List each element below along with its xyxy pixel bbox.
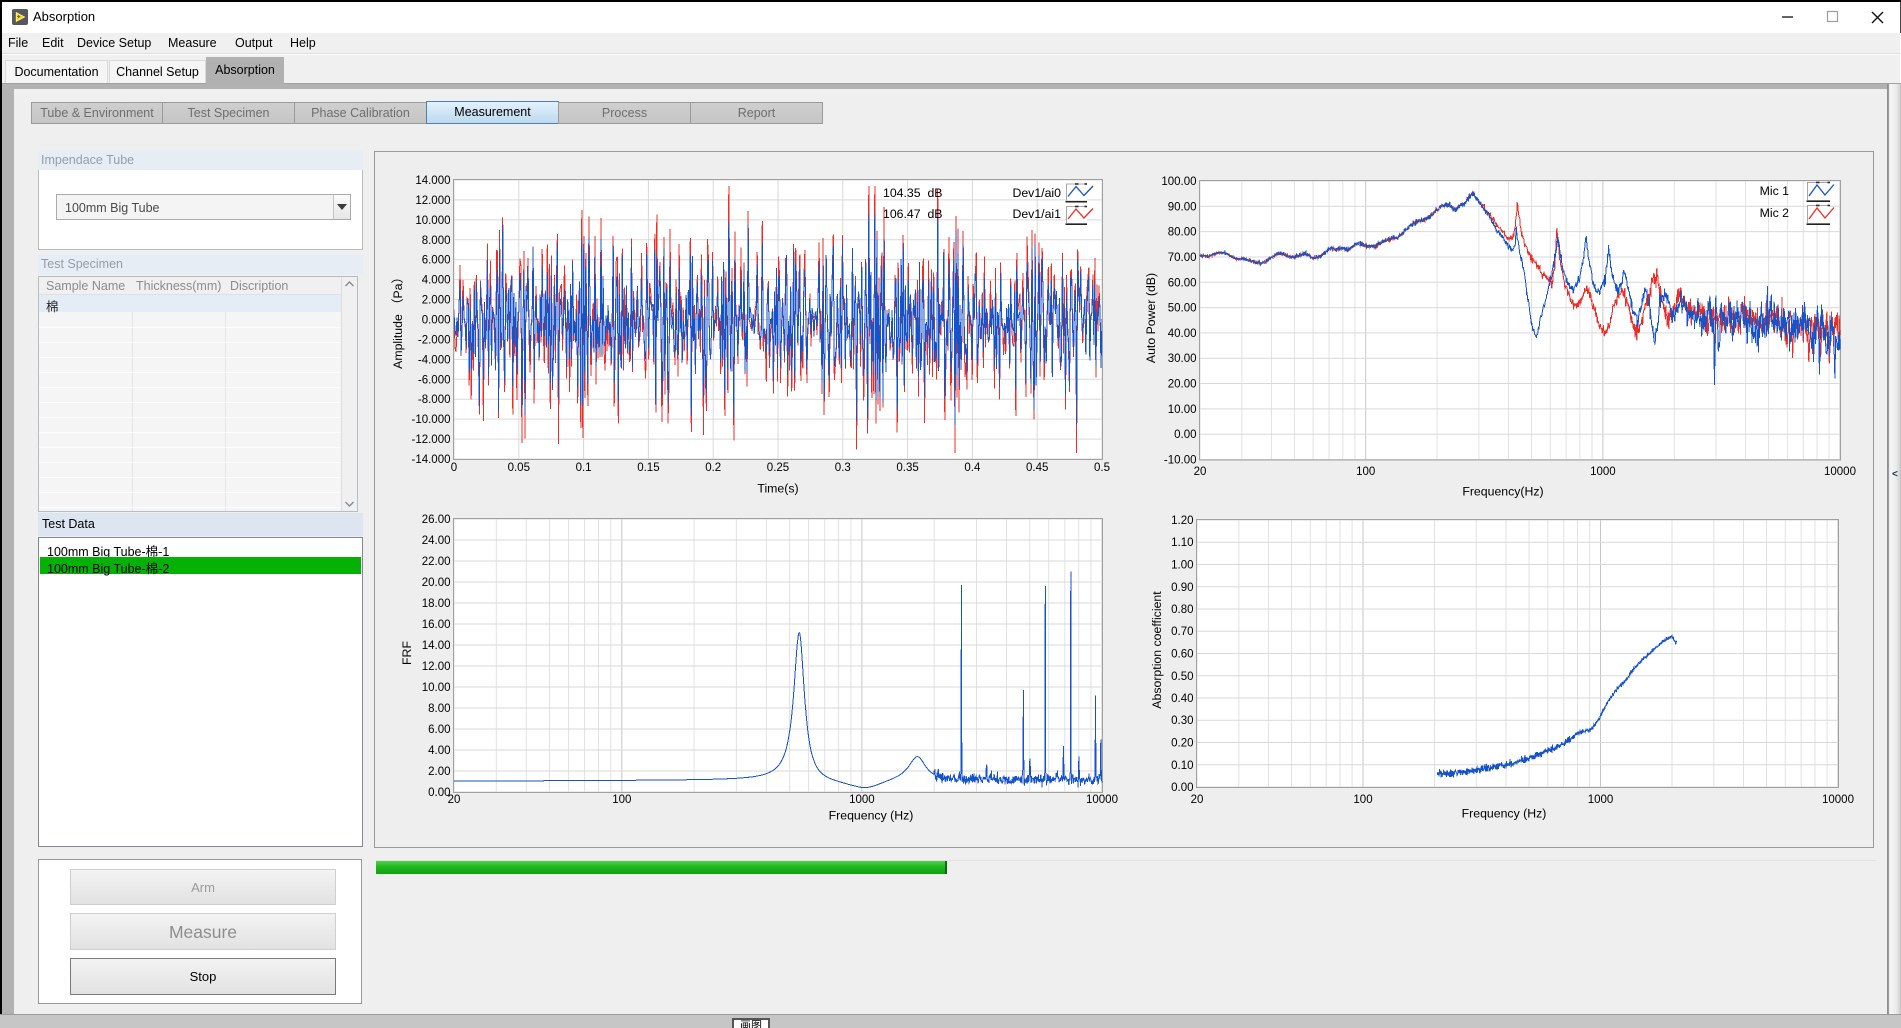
- svg-text:0.35: 0.35: [896, 462, 918, 474]
- svg-text:10000: 10000: [1822, 794, 1854, 806]
- svg-text:0.50: 0.50: [1171, 671, 1193, 683]
- svg-text:4.000: 4.000: [422, 275, 451, 287]
- svg-text:0.10: 0.10: [1171, 760, 1193, 772]
- svg-text:2.00: 2.00: [428, 766, 450, 778]
- svg-text:Frequency (Hz): Frequency (Hz): [1462, 807, 1547, 821]
- svg-text:40.00: 40.00: [1168, 328, 1197, 340]
- svg-text:30.00: 30.00: [1168, 353, 1197, 365]
- svg-text:-4.000: -4.000: [418, 354, 451, 366]
- svg-text:0.000: 0.000: [422, 315, 451, 327]
- svg-text:0.30: 0.30: [1171, 715, 1193, 727]
- svg-text:0.20: 0.20: [1171, 738, 1193, 750]
- svg-text:1000: 1000: [1588, 794, 1614, 806]
- svg-text:0.5: 0.5: [1094, 462, 1110, 474]
- svg-text:106.47 dB: 106.47 dB: [883, 207, 943, 221]
- svg-text:10000: 10000: [1824, 466, 1856, 478]
- svg-text:0.70: 0.70: [1171, 626, 1193, 638]
- svg-text:FRF: FRF: [400, 641, 414, 665]
- svg-text:20: 20: [1191, 794, 1204, 806]
- svg-text:-8.000: -8.000: [418, 394, 451, 406]
- svg-text:0.3: 0.3: [835, 462, 851, 474]
- svg-text:Mic 1: Mic 1: [1760, 184, 1790, 198]
- svg-text:100: 100: [1356, 466, 1375, 478]
- svg-text:20.00: 20.00: [422, 577, 451, 589]
- svg-text:104.35 dB: 104.35 dB: [883, 186, 943, 200]
- svg-text:10000: 10000: [1086, 794, 1118, 806]
- svg-text:8.00: 8.00: [428, 703, 450, 715]
- svg-text:10.00: 10.00: [422, 682, 451, 694]
- svg-text:6.00: 6.00: [428, 724, 450, 736]
- svg-text:1.10: 1.10: [1171, 537, 1193, 549]
- svg-text:-6.000: -6.000: [418, 374, 451, 386]
- svg-text:0.15: 0.15: [637, 462, 659, 474]
- svg-text:0.1: 0.1: [576, 462, 592, 474]
- svg-text:0.60: 0.60: [1171, 649, 1193, 661]
- svg-text:-14.000: -14.000: [411, 454, 450, 466]
- svg-text:0.2: 0.2: [705, 462, 721, 474]
- svg-text:1.20: 1.20: [1171, 515, 1193, 527]
- svg-text:20.00: 20.00: [1168, 379, 1197, 391]
- svg-text:Frequency (Hz): Frequency (Hz): [829, 809, 914, 823]
- svg-text:0.45: 0.45: [1026, 462, 1048, 474]
- svg-text:14.00: 14.00: [422, 640, 451, 652]
- svg-text:Dev1/ai1: Dev1/ai1: [1012, 207, 1061, 221]
- svg-text:-10.00: -10.00: [1164, 455, 1197, 467]
- svg-text:70.00: 70.00: [1168, 252, 1197, 264]
- svg-text:100: 100: [612, 794, 631, 806]
- svg-text:90.00: 90.00: [1168, 201, 1197, 213]
- svg-text:16.00: 16.00: [422, 619, 451, 631]
- svg-text:50.00: 50.00: [1168, 303, 1197, 315]
- svg-text:4.00: 4.00: [428, 745, 450, 757]
- svg-text:0.00: 0.00: [1171, 782, 1193, 794]
- svg-text:0.90: 0.90: [1171, 582, 1193, 594]
- svg-text:0.40: 0.40: [1171, 693, 1193, 705]
- svg-text:-12.000: -12.000: [411, 434, 450, 446]
- svg-text:10.00: 10.00: [1168, 404, 1197, 416]
- svg-text:12.00: 12.00: [422, 661, 451, 673]
- svg-text:Absorption coefficient: Absorption coefficient: [1150, 591, 1164, 709]
- svg-text:0: 0: [451, 462, 457, 474]
- svg-text:100.00: 100.00: [1161, 176, 1196, 188]
- svg-text:-10.000: -10.000: [411, 414, 450, 426]
- svg-text:2.000: 2.000: [422, 295, 451, 307]
- svg-text:12.000: 12.000: [415, 195, 450, 207]
- svg-text:Mic 2: Mic 2: [1760, 206, 1790, 220]
- svg-text:20: 20: [448, 794, 461, 806]
- svg-text:0.00: 0.00: [1174, 429, 1196, 441]
- svg-text:Amplitude （Pa）: Amplitude （Pa）: [391, 271, 405, 369]
- svg-text:6.000: 6.000: [422, 255, 451, 267]
- svg-text:10.000: 10.000: [415, 215, 450, 227]
- svg-text:Frequency(Hz): Frequency(Hz): [1462, 485, 1543, 499]
- svg-text:26.00: 26.00: [422, 514, 451, 526]
- svg-text:14.000: 14.000: [415, 175, 450, 187]
- svg-text:Dev1/ai0: Dev1/ai0: [1012, 186, 1061, 200]
- svg-text:0.05: 0.05: [508, 462, 530, 474]
- svg-text:Auto Power (dB): Auto Power (dB): [1144, 273, 1158, 363]
- svg-text:1000: 1000: [1590, 466, 1616, 478]
- svg-text:-2.000: -2.000: [418, 334, 451, 346]
- svg-text:8.000: 8.000: [422, 235, 451, 247]
- svg-text:80.00: 80.00: [1168, 227, 1197, 239]
- svg-text:22.00: 22.00: [422, 556, 451, 568]
- svg-text:0.4: 0.4: [964, 462, 981, 474]
- svg-text:24.00: 24.00: [422, 535, 451, 547]
- svg-text:0.80: 0.80: [1171, 604, 1193, 616]
- svg-text:Time(s): Time(s): [757, 482, 798, 496]
- svg-text:100: 100: [1353, 794, 1372, 806]
- svg-text:1.00: 1.00: [1171, 560, 1193, 572]
- svg-text:20: 20: [1194, 466, 1207, 478]
- svg-text:60.00: 60.00: [1168, 277, 1197, 289]
- svg-text:0.25: 0.25: [767, 462, 789, 474]
- svg-text:18.00: 18.00: [422, 598, 451, 610]
- svg-text:1000: 1000: [849, 794, 875, 806]
